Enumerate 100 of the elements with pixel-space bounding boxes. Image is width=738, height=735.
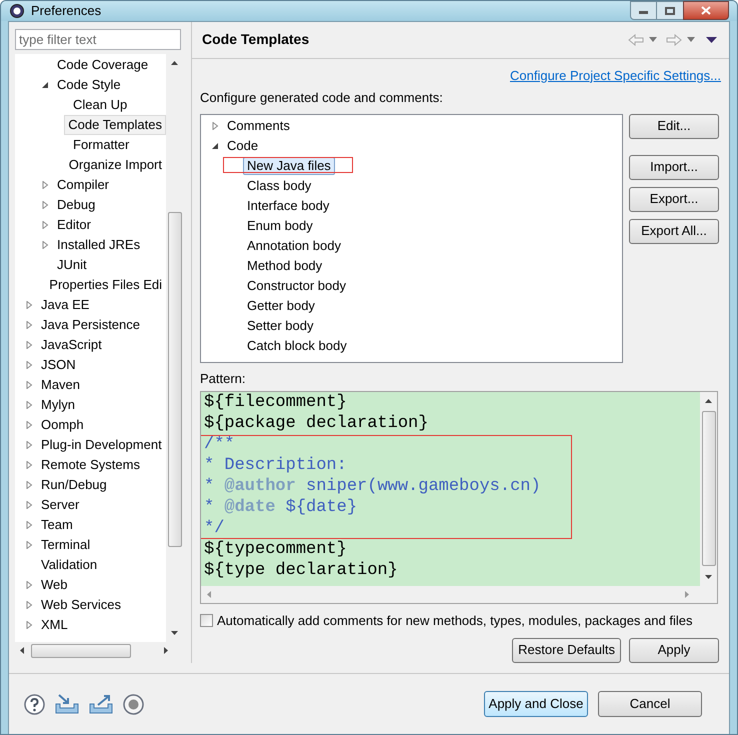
expand-arrow-icon[interactable] [25, 600, 33, 608]
expand-arrow-icon[interactable] [25, 520, 33, 528]
tree-item[interactable]: Remote Systems [37, 454, 144, 474]
tree-item[interactable]: Terminal [37, 534, 94, 554]
tree-item[interactable]: Formatter [69, 134, 134, 154]
maximize-button[interactable] [657, 1, 683, 20]
apply-button[interactable]: Apply [629, 638, 719, 662]
tree-item[interactable]: Compiler [53, 174, 114, 194]
template-item[interactable]: Comments [223, 116, 294, 134]
tree-item[interactable]: Code Style [53, 74, 125, 94]
template-item[interactable]: Setter body [243, 316, 318, 334]
tree-item[interactable]: Organize Import [64, 154, 166, 174]
tree-item[interactable]: Plug-in Development [37, 434, 166, 454]
collapse-arrow-icon[interactable] [211, 142, 219, 150]
scroll-right-icon[interactable] [164, 647, 168, 654]
tree-item[interactable]: JavaScript [37, 334, 106, 354]
expand-arrow-icon[interactable] [25, 620, 33, 628]
expand-arrow-icon[interactable] [41, 220, 49, 228]
expand-arrow-icon[interactable] [25, 480, 33, 488]
pattern-editor[interactable]: ${filecomment} ${package declaration} /** * Description: * @author sniper(www.gameboys.cn) * @date ${date} */ ${typecomment} ${type declaration} [200, 391, 718, 604]
template-item[interactable]: Catch block body [243, 336, 351, 354]
view-menu-icon[interactable] [706, 36, 717, 42]
tree-item[interactable]: Code Templates [64, 114, 166, 134]
dropdown-arrow-icon[interactable] [649, 37, 657, 42]
restore-defaults-button[interactable]: Restore Defaults [512, 638, 621, 662]
expand-arrow-icon[interactable] [25, 360, 33, 368]
tree-item[interactable]: Installed JREs [53, 234, 144, 254]
template-item[interactable]: Method body [243, 256, 326, 274]
template-item[interactable]: Code [223, 136, 262, 154]
help-icon[interactable] [24, 694, 45, 714]
tree-item[interactable]: Java Persistence [37, 314, 144, 334]
tree-item[interactable]: JSON [37, 354, 80, 374]
expand-arrow-icon[interactable] [25, 380, 33, 388]
template-item[interactable]: Enum body [243, 216, 317, 234]
tree-item[interactable]: Run/Debug [37, 474, 111, 494]
expand-arrow-icon[interactable] [25, 580, 33, 588]
import-button[interactable]: Import... [629, 154, 719, 180]
tree-item[interactable]: Properties Files Edi [45, 274, 166, 294]
tree-item[interactable]: Validation [37, 554, 102, 574]
project-settings-link[interactable]: Configure Project Specific Settings... [510, 66, 721, 85]
template-item[interactable]: Annotation body [243, 236, 345, 254]
scroll-left-icon[interactable] [20, 647, 24, 654]
expand-arrow-icon[interactable] [41, 200, 49, 208]
tree-item[interactable]: Maven [37, 374, 84, 394]
tree-item[interactable]: Debug [53, 194, 100, 214]
expand-arrow-icon[interactable] [211, 122, 219, 130]
collapse-arrow-icon[interactable] [41, 80, 49, 88]
tree-item[interactable]: JUnit [53, 254, 91, 274]
scroll-down-icon[interactable] [171, 630, 178, 634]
tree-item[interactable]: Server [37, 494, 84, 514]
tree-item[interactable]: Oomph [37, 414, 88, 434]
expand-arrow-icon[interactable] [25, 340, 33, 348]
comment-line: * @date ${date} [204, 497, 358, 518]
tree-item[interactable]: Clean Up [69, 94, 132, 114]
scrollbar-thumb[interactable] [168, 212, 182, 546]
expand-arrow-icon[interactable] [41, 180, 49, 188]
export-button[interactable]: Export... [629, 186, 719, 212]
tree-item[interactable]: Code Coverage [53, 54, 152, 74]
forward-arrow-icon[interactable] [666, 34, 682, 46]
comment-line: /** [204, 434, 235, 455]
scroll-up-icon[interactable] [171, 60, 178, 64]
expand-arrow-icon[interactable] [25, 440, 33, 448]
minimize-button[interactable] [630, 1, 657, 20]
template-item[interactable]: Class body [243, 176, 316, 194]
tree-item[interactable]: Java EE [37, 294, 94, 314]
tree-item[interactable]: Editor [53, 214, 95, 234]
expand-arrow-icon[interactable] [25, 420, 33, 428]
scrollbar-thumb[interactable] [702, 411, 716, 566]
export-all-button[interactable]: Export All... [629, 218, 719, 244]
checkbox-label[interactable]: Automatically add comments for new methods, types, modules, packages and files [217, 611, 692, 630]
template-item[interactable]: Getter body [243, 296, 319, 314]
expand-arrow-icon[interactable] [25, 500, 33, 508]
scroll-up-icon[interactable] [705, 399, 712, 403]
scroll-down-icon[interactable] [705, 575, 712, 579]
apply-and-close-button[interactable]: Apply and Close [484, 691, 588, 717]
tree-item[interactable]: XML [37, 614, 72, 634]
tree-item[interactable]: Mylyn [37, 394, 79, 414]
filter-field[interactable]: type filter text [15, 28, 181, 50]
template-item[interactable]: Constructor body [243, 276, 350, 294]
expand-arrow-icon[interactable] [25, 320, 33, 328]
record-icon[interactable] [123, 694, 144, 714]
tree-item[interactable]: Team [37, 514, 77, 534]
expand-arrow-icon[interactable] [25, 400, 33, 408]
expand-arrow-icon[interactable] [41, 240, 49, 248]
export-icon[interactable] [89, 694, 113, 714]
cancel-button[interactable]: Cancel [598, 691, 702, 717]
expand-arrow-icon[interactable] [25, 300, 33, 308]
back-arrow-icon[interactable] [628, 34, 644, 46]
expand-arrow-icon[interactable] [25, 460, 33, 468]
edit-button[interactable]: Edit... [629, 114, 719, 138]
dropdown-arrow-icon[interactable] [687, 37, 695, 42]
tree-item[interactable]: Web Services [37, 594, 125, 614]
tree-item[interactable]: Web [37, 574, 72, 594]
close-button[interactable] [683, 1, 729, 20]
checkbox[interactable] [200, 614, 213, 628]
template-item[interactable]: Interface body [243, 196, 334, 214]
import-icon[interactable] [55, 694, 79, 714]
expand-arrow-icon[interactable] [25, 540, 33, 548]
scrollbar-thumb[interactable] [31, 644, 131, 658]
comment-line: * Description: [204, 455, 347, 476]
